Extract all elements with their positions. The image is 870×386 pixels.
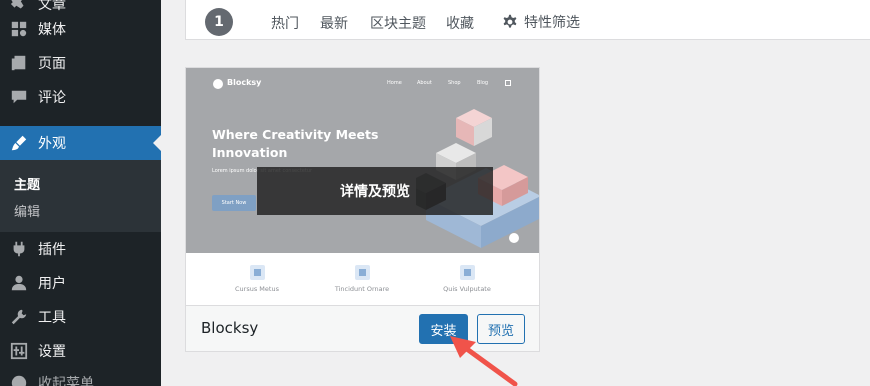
screenshot-hero-title: Where Creativity Meets Innovation — [212, 127, 379, 160]
blocksy-logo-icon — [213, 79, 223, 89]
plugin-icon — [0, 240, 38, 258]
collapse-icon — [0, 374, 38, 386]
appearance-submenu: 主题 编辑 — [0, 160, 161, 232]
menu-collapse[interactable]: 收起菜单 — [0, 366, 161, 386]
theme-name: Blocksy — [201, 319, 259, 337]
menu-users[interactable]: 用户 — [0, 266, 161, 300]
screenshot-nav-blog: Blog — [477, 80, 489, 86]
screenshot-nav-shop: Shop — [448, 80, 461, 86]
theme-card-blocksy[interactable]: Blocksy Home About Shop Blog Where Creat… — [185, 67, 540, 352]
theme-filter-bar: 1 热门 最新 区块主题 收藏 特性筛选 — [185, 0, 870, 40]
tab-favorites[interactable]: 收藏 — [446, 13, 474, 33]
feature-filter-button[interactable]: 特性筛选 — [502, 12, 580, 32]
page-icon — [0, 54, 38, 72]
feature-snowflake-icon — [354, 265, 370, 280]
screenshot-logo-text: Blocksy — [227, 78, 262, 87]
feature-bolt-icon — [249, 265, 265, 280]
tab-popular[interactable]: 热门 — [271, 13, 299, 33]
screenshot-hero: Blocksy Home About Shop Blog Where Creat… — [186, 68, 539, 253]
menu-pages-label: 页面 — [38, 56, 66, 72]
menu-plugins[interactable]: 插件 — [0, 232, 161, 266]
menu-media[interactable]: 媒体 — [0, 12, 161, 46]
screenshot-nav-about: About — [417, 80, 432, 86]
gear-icon — [503, 14, 517, 28]
screenshot-features: Cursus Metus Tincidunt Ornare Quis Vulpu… — [186, 253, 539, 305]
user-icon — [0, 274, 38, 292]
submenu-themes[interactable]: 主题 — [14, 174, 40, 193]
menu-comments[interactable]: 评论 — [0, 80, 161, 114]
annotation-arrow-icon — [450, 336, 518, 386]
menu-tools[interactable]: 工具 — [0, 300, 161, 334]
tab-latest[interactable]: 最新 — [320, 13, 348, 33]
theme-screenshot[interactable]: Blocksy Home About Shop Blog Where Creat… — [186, 68, 539, 305]
details-preview-overlay[interactable]: 详情及预览 — [257, 167, 493, 215]
wrench-icon — [0, 308, 38, 326]
feature-building-icon — [459, 265, 475, 280]
media-icon — [0, 20, 38, 38]
feature-item: Quis Vulputate — [422, 265, 512, 293]
tab-block-themes[interactable]: 区块主题 — [370, 13, 426, 33]
menu-pages[interactable]: 页面 — [0, 46, 161, 80]
menu-comments-label: 评论 — [38, 90, 66, 106]
menu-plugins-label: 插件 — [38, 242, 66, 258]
menu-media-label: 媒体 — [38, 22, 66, 38]
feature-item: Cursus Metus — [212, 265, 302, 293]
submenu-editor[interactable]: 编辑 — [14, 201, 40, 220]
feature-label: Tincidunt Ornare — [334, 285, 390, 293]
feature-filter-label: 特性筛选 — [524, 15, 580, 31]
theme-count-badge: 1 — [205, 8, 233, 36]
menu-users-label: 用户 — [38, 276, 66, 292]
menu-settings-label: 设置 — [38, 344, 66, 360]
admin-sidebar: 文章 媒体 页面 评论 外观 主题 编辑 插件 用户 工具 设置 收起菜单 — [0, 0, 161, 386]
appearance-brush-icon — [0, 134, 38, 152]
menu-collapse-label: 收起菜单 — [38, 376, 94, 386]
feature-label: Cursus Metus — [235, 285, 279, 293]
screenshot-hero-button: Start Now — [212, 195, 256, 211]
comment-icon — [0, 88, 38, 106]
feature-item: Tincidunt Ornare — [317, 265, 407, 293]
settings-sliders-icon — [0, 342, 38, 360]
screenshot-nav-home: Home — [387, 80, 402, 86]
feature-label: Quis Vulputate — [443, 285, 491, 293]
menu-tools-label: 工具 — [38, 310, 66, 326]
menu-appearance-label: 外观 — [38, 136, 66, 152]
menu-settings[interactable]: 设置 — [0, 334, 161, 368]
menu-appearance[interactable]: 外观 — [0, 126, 161, 160]
screenshot-cart-icon — [505, 80, 511, 86]
